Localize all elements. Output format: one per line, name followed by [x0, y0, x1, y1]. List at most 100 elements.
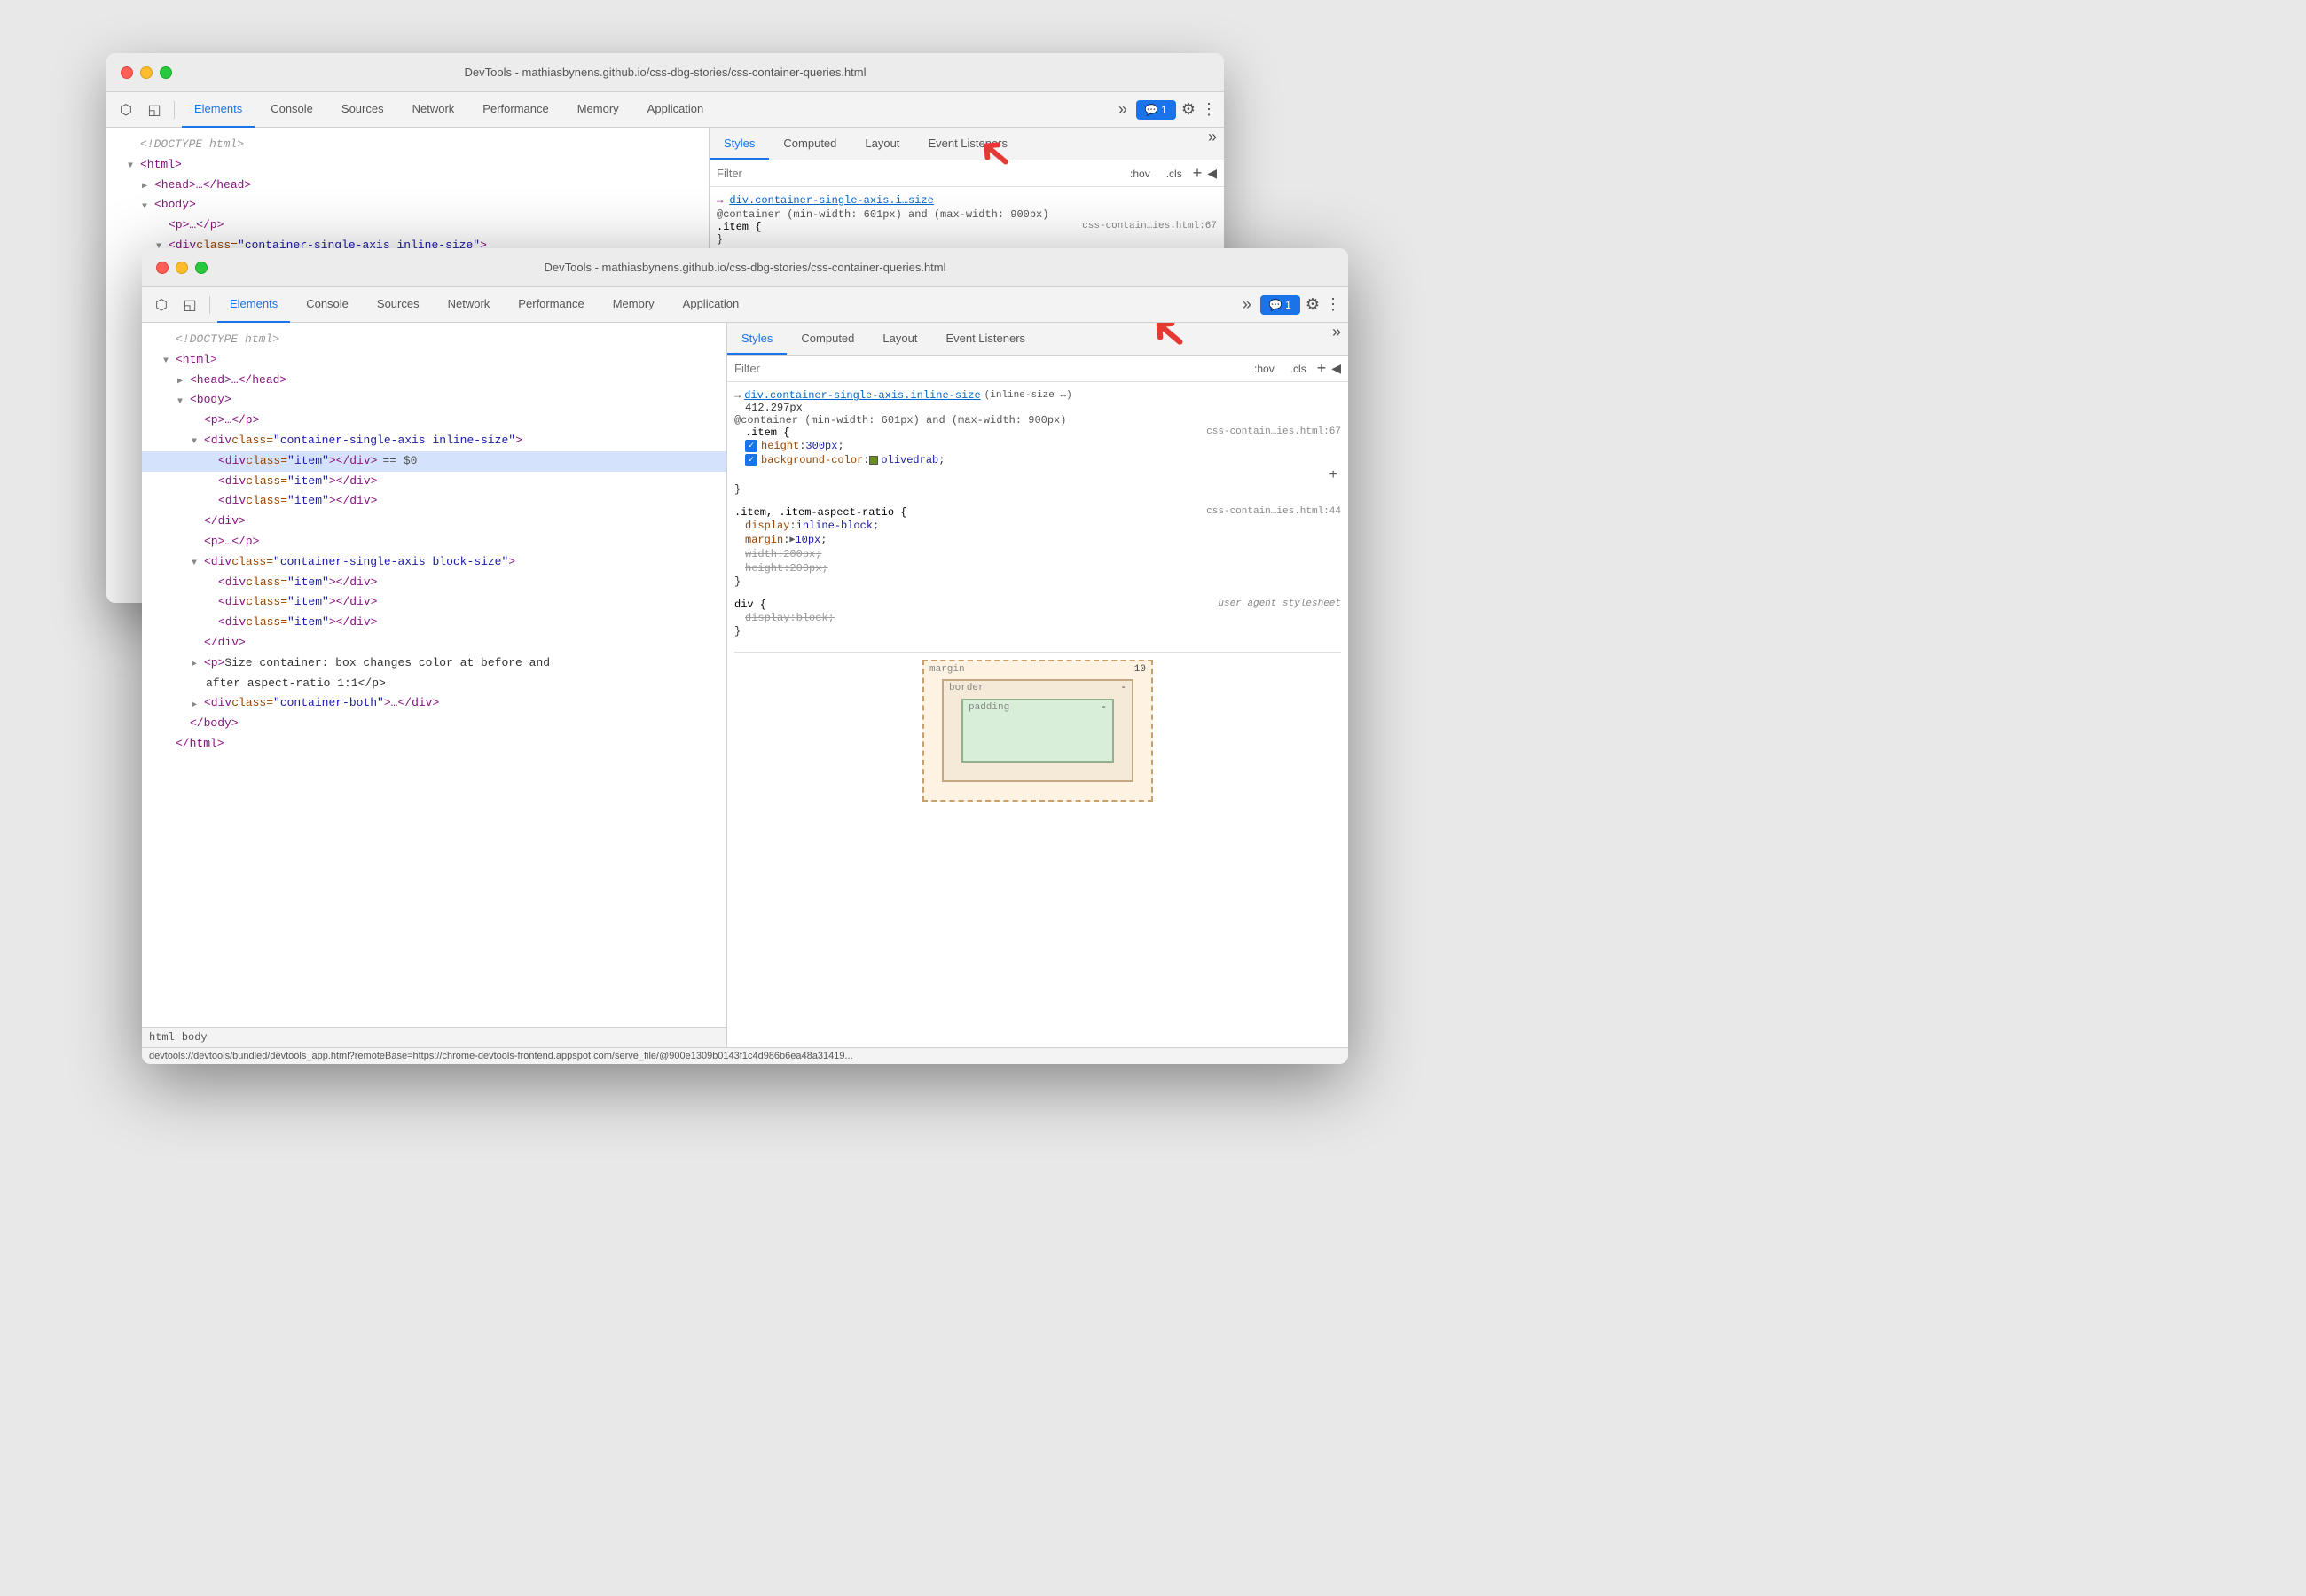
html-line-div-inline[interactable]: <div class="container-single-axis inline…	[142, 431, 726, 451]
cls-button-front[interactable]: .cls	[1285, 361, 1312, 377]
html-line-close-html[interactable]: </html>	[142, 734, 726, 755]
breadcrumb-html[interactable]: html	[149, 1031, 175, 1044]
add-property-btn[interactable]: +	[1329, 467, 1337, 483]
breadcrumb-body[interactable]: body	[182, 1031, 208, 1044]
cursor-icon-front[interactable]: ⬡	[149, 293, 174, 317]
cursor-icon[interactable]: ⬡	[114, 98, 138, 122]
html-line-head[interactable]: <head>…</head>	[106, 176, 709, 196]
triangle-head[interactable]	[142, 180, 153, 191]
css-source-ua: user agent stylesheet	[1218, 598, 1341, 611]
html-line-b-item-3[interactable]: <div class="item"></div>	[142, 613, 726, 633]
maximize-button-front[interactable]	[195, 262, 208, 274]
html-line-html[interactable]: <html>	[106, 155, 709, 176]
triangle-body[interactable]	[142, 200, 153, 211]
more-tabs-button-front[interactable]: »	[1239, 295, 1255, 314]
mobile-icon[interactable]: ◱	[142, 98, 167, 122]
maximize-button-back[interactable]	[160, 66, 172, 79]
rule-header-3: div { user agent stylesheet	[734, 598, 1341, 611]
tab-console-back[interactable]: Console	[258, 92, 326, 128]
html-line-head-front[interactable]: <head>…</head>	[142, 371, 726, 391]
px-value: 412.297px	[734, 402, 1341, 414]
tri-p-size[interactable]	[192, 658, 202, 669]
tab-sources-front[interactable]: Sources	[365, 287, 432, 323]
html-line-p-size[interactable]: <p>Size container: box changes color at …	[142, 653, 726, 674]
tab-network-back[interactable]: Network	[400, 92, 467, 128]
styles-tab-styles-front[interactable]: Styles	[727, 323, 787, 355]
settings-button-front[interactable]: ⚙	[1306, 295, 1320, 314]
toggle-back[interactable]: ◀	[1207, 166, 1217, 181]
tab-memory-front[interactable]: Memory	[600, 287, 667, 323]
tri-head[interactable]	[177, 375, 188, 386]
styles-tab-layout-front[interactable]: Layout	[868, 323, 931, 355]
chat-button-back[interactable]: 💬 1	[1136, 100, 1176, 120]
selector-link-back[interactable]: div.container-single-axis.i…size	[729, 194, 933, 207]
html-line-div-both[interactable]: <div class="container-both">…</div>	[142, 693, 726, 714]
tri-div-inline[interactable]	[192, 435, 202, 446]
html-line-div-block[interactable]: <div class="container-single-axis block-…	[142, 552, 726, 573]
tri-div-both[interactable]	[192, 699, 202, 709]
styles-more-back[interactable]: »	[1208, 128, 1224, 160]
html-line-html-front[interactable]: <html>	[142, 350, 726, 371]
settings-button-back[interactable]: ⚙	[1181, 100, 1196, 119]
hov-button-front[interactable]: :hov	[1249, 361, 1280, 377]
html-line-item-3[interactable]: <div class="item"></div>	[142, 491, 726, 512]
styles-tab-computed-front[interactable]: Computed	[787, 323, 868, 355]
tri-html[interactable]	[163, 355, 174, 365]
styles-tab-layout-back[interactable]: Layout	[851, 128, 914, 160]
plus-button-back[interactable]: +	[1193, 164, 1203, 183]
filter-input-back[interactable]	[717, 167, 1119, 180]
selector-link-1[interactable]: div.container-single-axis.inline-size	[744, 389, 980, 402]
more-tabs-button-back[interactable]: »	[1115, 100, 1131, 119]
html-line-close-div-1[interactable]: </div>	[142, 512, 726, 532]
minimize-button-front[interactable]	[176, 262, 188, 274]
tri-div-block[interactable]	[192, 557, 202, 567]
html-line-close-body[interactable]: </body>	[142, 714, 726, 734]
styles-tab-computed-back[interactable]: Computed	[769, 128, 851, 160]
tab-network-front[interactable]: Network	[435, 287, 503, 323]
html-line-p2[interactable]: <p>…</p>	[142, 532, 726, 552]
css-check-height[interactable]	[745, 440, 757, 452]
styles-tab-events-front[interactable]: Event Listeners	[931, 323, 1039, 355]
html-line-doctype[interactable]: <!DOCTYPE html>	[106, 135, 709, 155]
tab-sources-back[interactable]: Sources	[329, 92, 396, 128]
tab-memory-back[interactable]: Memory	[565, 92, 631, 128]
close-button-back[interactable]	[121, 66, 133, 79]
filter-input-front[interactable]	[734, 362, 1249, 375]
plus-button-front[interactable]: +	[1317, 359, 1327, 378]
html-line-p[interactable]: <p>…</p>	[106, 215, 709, 236]
mobile-icon-front[interactable]: ◱	[177, 293, 202, 317]
tab-application-front[interactable]: Application	[671, 287, 752, 323]
css-check-bgcolor[interactable]	[745, 454, 757, 466]
attr-b-item-1: class=	[246, 574, 287, 592]
html-line-b-item-1[interactable]: <div class="item"></div>	[142, 573, 726, 593]
prop-name-margin: margin	[745, 534, 783, 546]
tab-elements-back[interactable]: Elements	[182, 92, 255, 128]
triangle-html[interactable]	[128, 160, 138, 170]
box-model-diagram: margin 10 border - padding -	[922, 660, 1153, 802]
cls-button-back[interactable]: .cls	[1161, 166, 1188, 182]
hov-button-back[interactable]: :hov	[1125, 166, 1156, 182]
more-options-front[interactable]: ⋮	[1325, 295, 1341, 314]
minimize-button-back[interactable]	[140, 66, 153, 79]
html-line-close-div-2[interactable]: </div>	[142, 633, 726, 653]
css-prop-display-1: display : inline-block ;	[734, 519, 1341, 533]
tab-performance-back[interactable]: Performance	[470, 92, 561, 128]
more-options-back[interactable]: ⋮	[1201, 100, 1217, 119]
html-line-p-front[interactable]: <p>…</p>	[142, 411, 726, 431]
tab-application-back[interactable]: Application	[635, 92, 717, 128]
html-line-b-item-2[interactable]: <div class="item"></div>	[142, 592, 726, 613]
toggle-front[interactable]: ◀	[1331, 361, 1341, 376]
chat-button-front[interactable]: 💬 1	[1260, 295, 1300, 315]
html-line-item-1[interactable]: <div class="item"></div> == $0	[142, 451, 726, 472]
tri-body[interactable]	[177, 395, 188, 406]
html-line-doctype-front[interactable]: <!DOCTYPE html>	[142, 330, 726, 350]
html-line-item-2[interactable]: <div class="item"></div>	[142, 472, 726, 492]
styles-more-front[interactable]: »	[1332, 323, 1348, 355]
styles-tab-styles-back[interactable]: Styles	[710, 128, 769, 160]
tab-performance-front[interactable]: Performance	[506, 287, 596, 323]
close-button-front[interactable]	[156, 262, 169, 274]
html-line-body[interactable]: <body>	[106, 195, 709, 215]
html-line-body-front[interactable]: <body>	[142, 390, 726, 411]
tab-console-front[interactable]: Console	[294, 287, 361, 323]
tab-elements-front[interactable]: Elements	[217, 287, 290, 323]
